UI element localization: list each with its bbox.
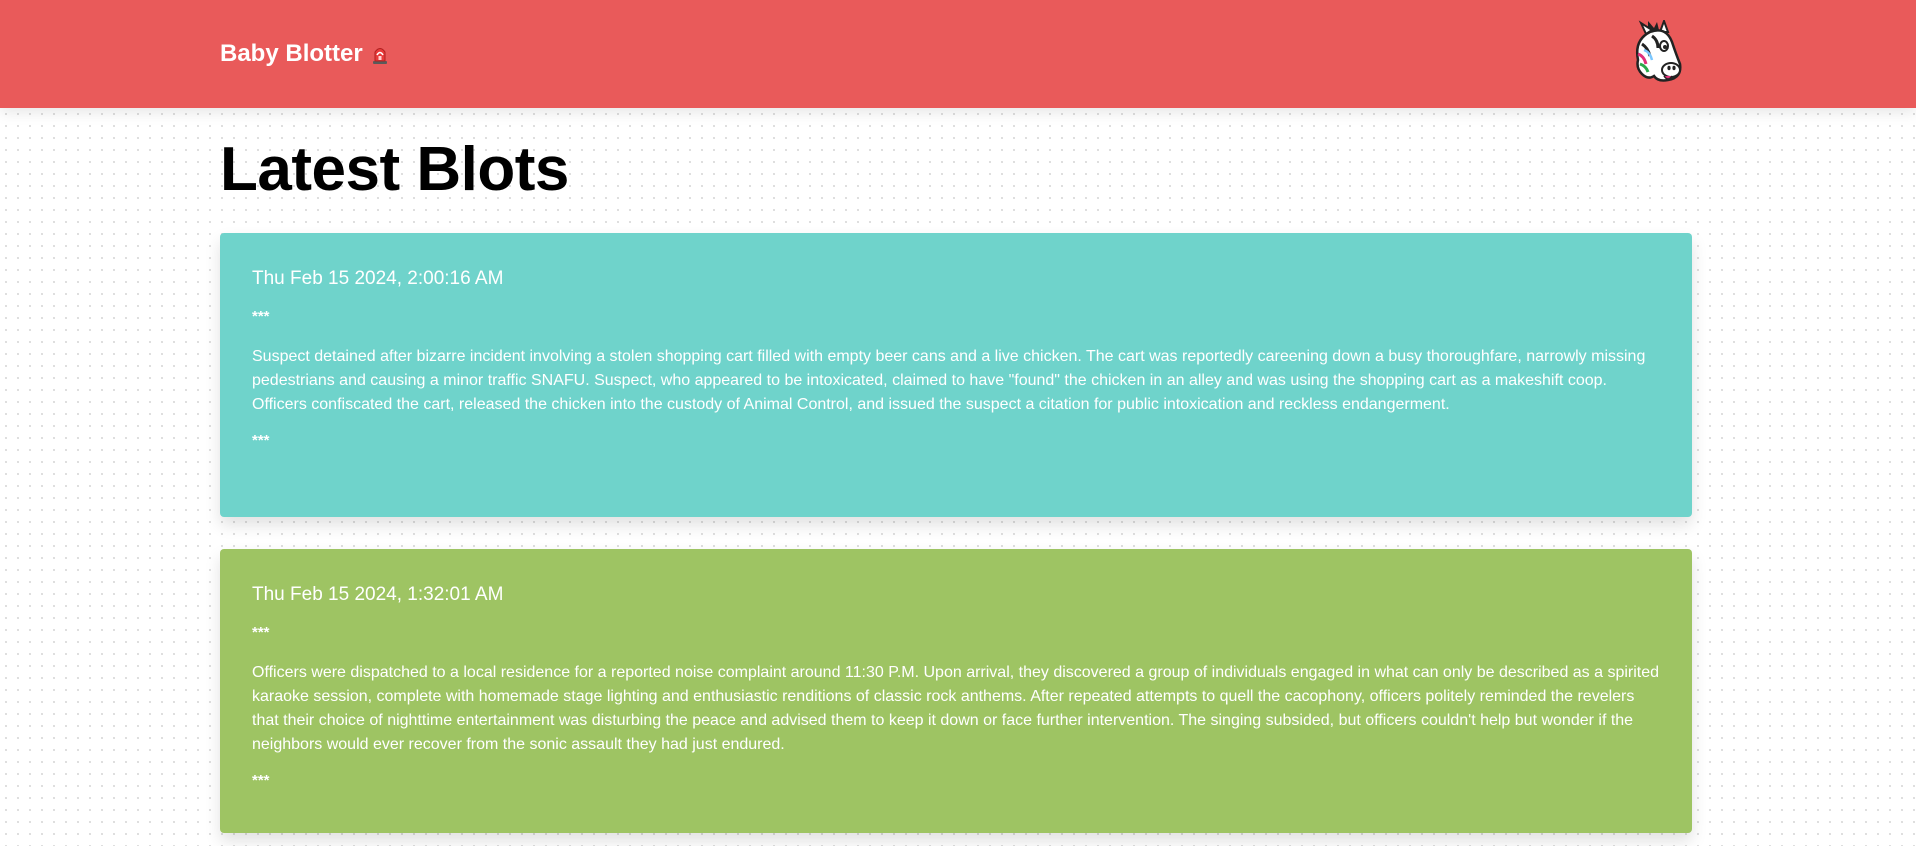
brand-link[interactable]: Baby Blotter (220, 40, 389, 68)
blot-date: Thu Feb 15 2024, 2:00:16 AM (252, 268, 504, 289)
blot-separator-bottom: *** (252, 432, 270, 449)
blot-body: Officers were dispatched to a local resi… (252, 664, 1660, 753)
page-title: Latest Blots (220, 135, 569, 204)
site-header: Baby Blotter (0, 0, 1916, 108)
blot-date: Thu Feb 15 2024, 1:32:01 AM (252, 584, 504, 605)
user-avatar[interactable] (1624, 18, 1684, 86)
siren-icon (372, 48, 387, 64)
zebra-avatar-icon (1636, 18, 1682, 82)
blot-separator-bottom: *** (252, 772, 270, 789)
main-content: Latest Blots Thu Feb 15 2024, 2:00:16 AM… (220, 108, 1692, 833)
brand-label: Baby Blotter (220, 40, 363, 67)
blot-card: Thu Feb 15 2024, 1:32:01 AM *** Officers… (220, 549, 1692, 833)
blot-body: Suspect detained after bizarre incident … (252, 348, 1646, 413)
blot-separator-top: *** (252, 308, 270, 325)
blot-separator-top: *** (252, 624, 270, 641)
blot-card: Thu Feb 15 2024, 2:00:16 AM *** Suspect … (220, 233, 1692, 517)
